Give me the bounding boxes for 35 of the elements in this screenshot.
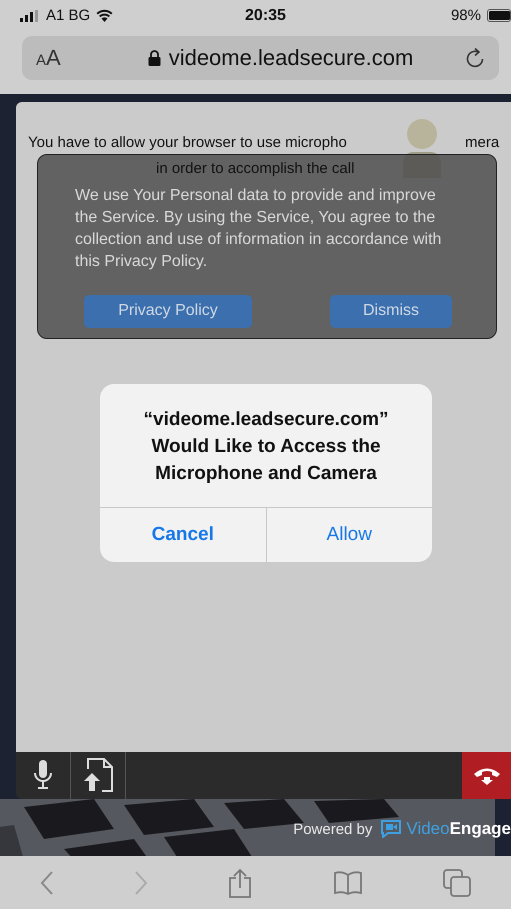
dialog-title: “videome.leadsecure.com” Would Like to Access the Microphone and Camera [142,408,390,486]
text-size-button[interactable]: AA [36,44,96,71]
carrier-name: A1 BG [46,7,90,24]
url-text[interactable]: videome.leadsecure.com [168,44,414,71]
allow-button[interactable]: Allow [266,508,432,562]
share-button[interactable] [228,868,252,898]
permission-message: mera [465,134,500,151]
back-button[interactable] [40,870,54,896]
privacy-policy-button[interactable]: Privacy Policy [84,294,252,328]
signal-icon [20,10,40,22]
battery-percent: 98% [450,7,481,24]
forward-icon [134,870,148,896]
wifi-icon [96,9,114,22]
permission-message: in order to accomplish the call [156,160,354,177]
powered-by-label: Powered by [293,820,372,838]
permission-message: You have to allow your browser to use micropho [28,134,347,151]
book-icon [332,870,363,895]
tabs-icon [442,868,471,897]
tabs-button[interactable] [442,868,471,897]
privacy-notice: We use Your Personal data to provide and improve the Service. By using the Service, You agree to the collection and use of information in accordance with this Privacy Policy. [75,186,442,272]
bookmarks-button[interactable] [332,870,363,895]
reload-icon[interactable] [465,46,485,69]
cancel-button[interactable]: Cancel [100,508,266,562]
clock-time: 20:35 [245,6,286,25]
lock-icon [148,50,161,66]
forward-button[interactable] [134,870,148,896]
video-chat-icon [380,820,402,838]
battery-icon [486,9,511,22]
microphone-icon [34,760,52,790]
brand-link[interactable]: VideoEngage [380,819,511,840]
share-icon [228,868,252,898]
file-upload-icon [82,757,114,794]
hang-up-button[interactable] [462,752,511,799]
dismiss-button[interactable]: Dismiss [330,294,452,328]
back-icon [40,870,54,896]
